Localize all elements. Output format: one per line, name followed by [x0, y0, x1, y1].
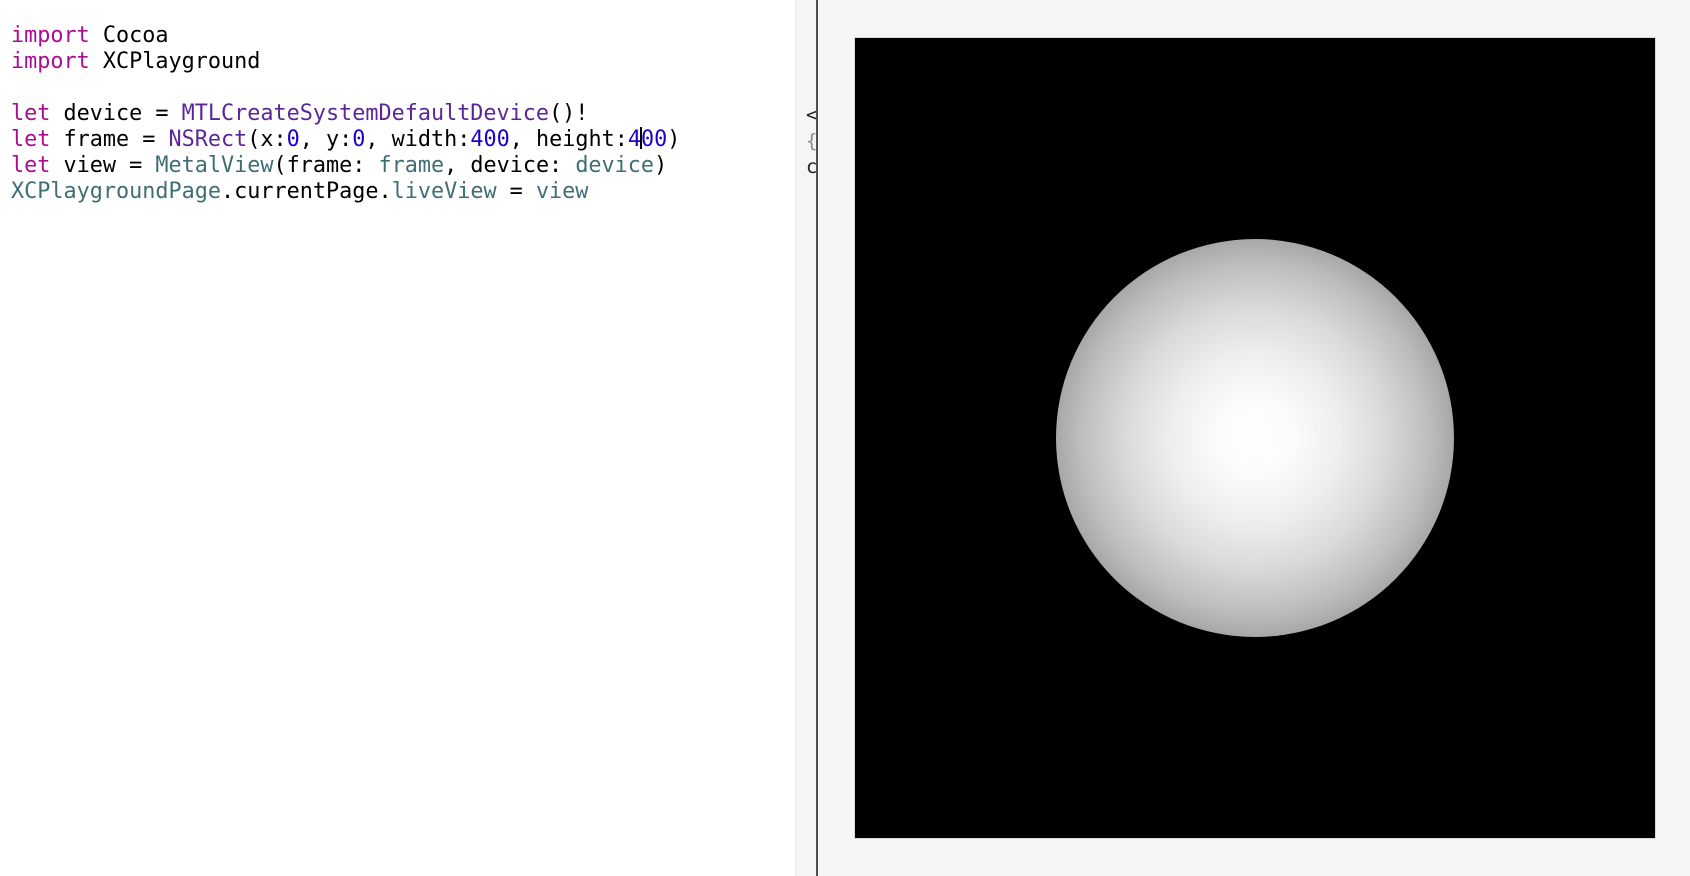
keyword-token: import: [11, 49, 90, 74]
project-symbol-token: frame: [378, 153, 445, 178]
keyword-token: let: [11, 127, 51, 152]
code-token: XCPlayground: [89, 49, 261, 74]
code-line[interactable]: [11, 75, 680, 101]
project-symbol-token: device: [575, 153, 655, 178]
keyword-token: let: [11, 153, 51, 178]
number-literal-token: 00: [640, 127, 668, 152]
code-line[interactable]: import Cocoa: [11, 23, 680, 49]
source-editor[interactable]: import Cocoa import XCPlayground let devic…: [0, 0, 795, 876]
code-token: ()!: [549, 101, 589, 126]
code-token: ): [654, 153, 668, 178]
number-literal-token: 0: [286, 127, 300, 152]
code-token: =: [496, 179, 536, 204]
code-line[interactable]: XCPlaygroundPage.currentPage.liveView = …: [11, 179, 680, 205]
code-token: , device:: [444, 153, 576, 178]
results-sidebar: < { c: [795, 0, 817, 876]
live-view[interactable]: [855, 38, 1655, 838]
code-token: , y:: [299, 127, 353, 152]
code-token: (frame:: [273, 153, 379, 178]
code-text-area[interactable]: import Cocoa import XCPlayground let devic…: [11, 23, 680, 205]
project-symbol-token: XCPlaygroundPage: [11, 179, 221, 204]
code-token: .currentPage.: [220, 179, 392, 204]
code-line[interactable]: let device = MTLCreateSystemDefaultDevic…: [11, 101, 680, 127]
code-token: (x:: [247, 127, 287, 152]
code-token: Cocoa: [89, 23, 169, 48]
code-token: ): [667, 127, 681, 152]
keyword-token: import: [11, 23, 90, 48]
code-line[interactable]: let frame = NSRect(x:0, y:0, width:400, …: [11, 127, 680, 153]
keyword-token: let: [11, 101, 51, 126]
code-token: device =: [50, 101, 182, 126]
code-token: view =: [50, 153, 156, 178]
number-literal-token: 400: [470, 127, 510, 152]
code-line[interactable]: let view = MetalView(frame: frame, devic…: [11, 153, 680, 179]
code-token: , height:: [509, 127, 628, 152]
code-token: , width:: [365, 127, 471, 152]
project-symbol-token: liveView: [391, 179, 497, 204]
number-literal-token: 0: [352, 127, 366, 152]
project-symbol-token: view: [535, 179, 589, 204]
system-symbol-token: MTLCreateSystemDefaultDevice: [181, 101, 550, 126]
code-token: frame =: [50, 127, 169, 152]
assistant-editor: [818, 0, 1690, 876]
system-symbol-token: NSRect: [168, 127, 248, 152]
project-symbol-token: MetalView: [155, 153, 274, 178]
code-line[interactable]: import XCPlayground: [11, 49, 680, 75]
rendered-sphere: [1056, 239, 1454, 637]
